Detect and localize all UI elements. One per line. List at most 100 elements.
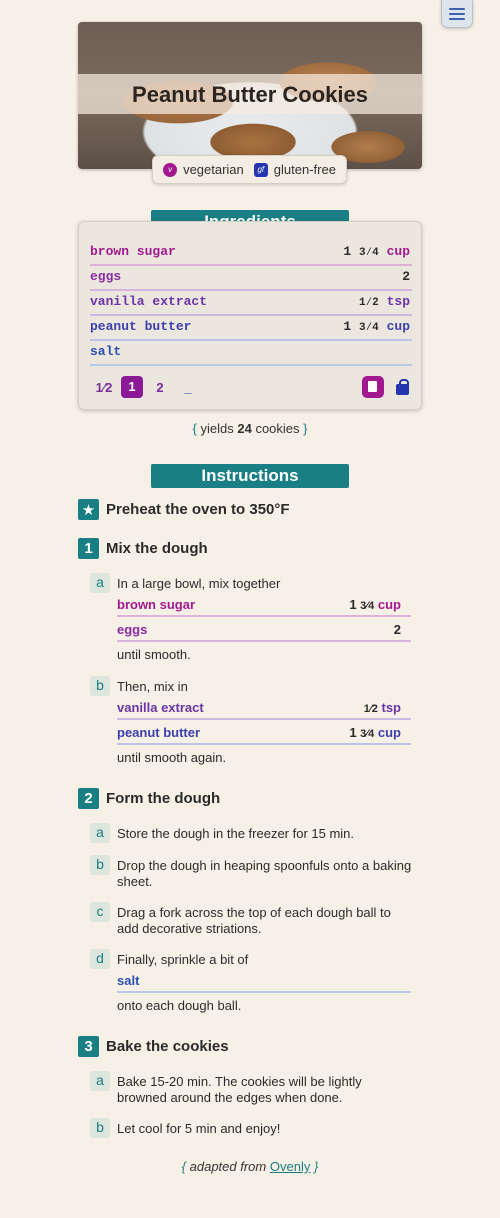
step-title: Bake the cookies (106, 1038, 229, 1055)
substep-text: until smooth again. (117, 750, 227, 765)
ingredient-underline (117, 640, 411, 642)
step-1: 1 Mix the dough (78, 538, 208, 559)
ingredient-row: vanilla extract 1⁄2 tsp (90, 291, 412, 316)
substep-text: onto each dough ball. (117, 998, 242, 1013)
ingredient-name: salt (90, 344, 122, 359)
shopping-bag-icon[interactable] (396, 379, 410, 395)
ingredient-name: eggs (117, 622, 148, 637)
tag-vegetarian: v vegetarian (163, 162, 244, 177)
brace-open: { (192, 421, 197, 436)
star-icon: ★ (78, 499, 99, 520)
quantity-fraction: 3⁄4 (360, 600, 375, 612)
scale-option-1[interactable]: 1 (121, 376, 143, 398)
quantity-fraction: 3⁄4 (360, 728, 375, 740)
tag-label: vegetarian (183, 162, 244, 177)
quantity-fraction: 1⁄2 (363, 703, 378, 715)
quantity-fraction: 1⁄2 (358, 297, 379, 309)
ingredient-name: peanut butter (117, 725, 201, 740)
menu-button[interactable] (441, 0, 473, 28)
quantity-fraction: 3⁄4 (358, 322, 379, 334)
inline-ingredient: peanut butter 1 3⁄4 cup (117, 721, 411, 745)
ingredient-name: salt (117, 973, 140, 988)
ingredient-quantity: 1⁄2 tsp (364, 700, 401, 715)
scale-selector: 1⁄2 1 2 _ (90, 376, 202, 398)
hamburger-icon-bar (449, 12, 465, 15)
ingredient-quantity: 1 3⁄4 cup (349, 725, 401, 740)
substep-text: Then, mix in (117, 679, 188, 694)
scale-option-custom[interactable]: _ (174, 380, 202, 395)
quantity-unit: cup (377, 725, 401, 740)
quantity-whole: 1 (343, 319, 352, 334)
substep-letter: a (90, 573, 110, 593)
substep-text: Drop the dough in heaping spoonfuls onto… (117, 858, 412, 889)
ingredient-name: brown sugar (117, 597, 196, 612)
recipe-title: Peanut Butter Cookies (132, 82, 368, 107)
ingredient-name: eggs (90, 269, 122, 284)
ingredient-quantity: 2 (402, 269, 410, 284)
quantity-unit: tsp (386, 294, 410, 309)
step-title: Mix the dough (106, 540, 208, 557)
quantity-whole: 2 (393, 622, 401, 637)
step-title: Preheat the oven to 350°F (106, 501, 290, 518)
step-title: Form the dough (106, 790, 221, 807)
ingredient-row: salt (90, 341, 412, 366)
hamburger-icon-bar (449, 17, 465, 20)
ingredient-underline (117, 615, 411, 617)
yields-unit: cookies (255, 421, 300, 436)
substep-text: Store the dough in the freezer for 15 mi… (117, 826, 355, 841)
yields-prefix: yields (200, 421, 234, 436)
substep-text: Drag a fork across the top of each dough… (117, 905, 391, 936)
yields-count: 24 (237, 421, 252, 436)
ingredient-underline (90, 364, 412, 366)
card-tools (362, 376, 410, 398)
substep-letter: b (90, 1118, 110, 1138)
brace-close: } (303, 421, 308, 436)
scale-option-2[interactable]: 2 (146, 380, 174, 395)
ingredient-row: peanut butter 1 3⁄4 cup (90, 316, 412, 341)
substep-text: Let cool for 5 min and enjoy! (117, 1121, 281, 1136)
inline-ingredient: vanilla extract 1⁄2 tsp (117, 696, 411, 720)
scale-option-half[interactable]: 1⁄2 (90, 380, 118, 395)
preheat-step: ★ Preheat the oven to 350°F (78, 499, 290, 520)
inline-ingredient: eggs 2 (117, 618, 411, 642)
tag-label: gluten-free (273, 162, 336, 177)
substep-letter: a (90, 1071, 110, 1091)
inline-ingredient: brown sugar 1 3⁄4 cup (117, 593, 411, 617)
substep-letter: b (90, 676, 110, 696)
substep-letter: a (90, 823, 110, 843)
ingredient-quantity: 2 (394, 622, 401, 637)
ingredient-underline (117, 991, 411, 993)
ingredient-row: brown sugar 1 3⁄4 cup (90, 241, 412, 266)
diet-tags: v vegetarian gf gluten-free (152, 155, 347, 184)
vegetarian-icon: v (163, 162, 178, 177)
step-3: 3 Bake the cookies (78, 1036, 229, 1057)
yields-line: { yields 24 cookies } (0, 421, 500, 436)
source-attribution: { adapted from Ovenly } (0, 1159, 500, 1174)
substep-letter: d (90, 949, 110, 969)
source-link[interactable]: Ovenly (270, 1159, 310, 1174)
inline-ingredient: salt (117, 969, 411, 993)
quantity-unit: cup (386, 244, 410, 259)
ingredient-name: vanilla extract (117, 700, 204, 715)
hamburger-icon (449, 7, 465, 10)
print-icon[interactable] (362, 376, 384, 398)
ingredient-row: eggs 2 (90, 266, 412, 291)
tag-gluten-free: gf gluten-free (253, 162, 336, 177)
ingredient-underline (117, 718, 411, 720)
step-number: 2 (78, 788, 99, 809)
ingredient-underline (117, 743, 411, 745)
substep-text: In a large bowl, mix together (117, 576, 281, 591)
step-2: 2 Form the dough (78, 788, 220, 809)
quantity-unit: cup (377, 597, 401, 612)
brace-open: { (181, 1159, 187, 1174)
step-number: 3 (78, 1036, 99, 1057)
instructions-header: Instructions (151, 464, 349, 488)
ingredient-name: vanilla extract (90, 294, 208, 309)
substep-text: Bake 15-20 min. The cookies will be ligh… (117, 1074, 362, 1105)
substep-text: Finally, sprinkle a bit of (117, 952, 249, 967)
quantity-whole: 1 (343, 244, 352, 259)
ingredient-quantity: 1⁄2 tsp (359, 294, 410, 309)
substep-text: until smooth. (117, 647, 191, 662)
quantity-unit: cup (386, 319, 410, 334)
substep-letter: c (90, 902, 110, 922)
